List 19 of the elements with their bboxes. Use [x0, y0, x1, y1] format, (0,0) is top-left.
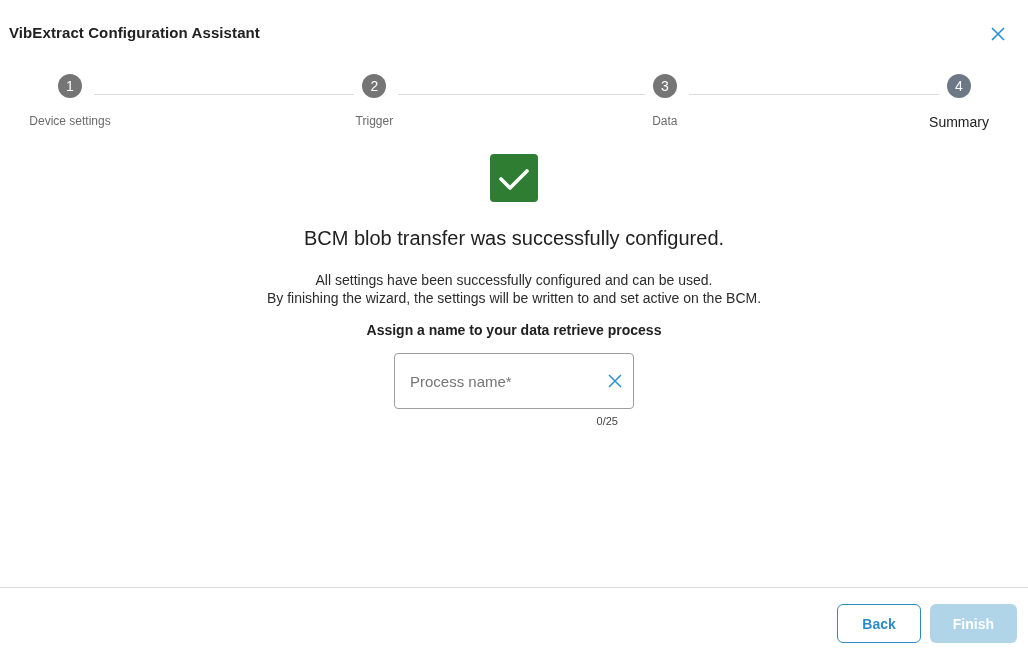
clear-icon[interactable]: [608, 374, 622, 388]
step-number: 3: [652, 74, 677, 98]
character-counter: 0/25: [596, 414, 618, 428]
step-label: Summary: [929, 114, 989, 130]
success-heading: BCM blob transfer was successfully configured.: [303, 226, 725, 250]
success-checkmark-icon: [490, 154, 538, 202]
process-name-field[interactable]: Process name*: [394, 353, 634, 409]
step-label: Device settings: [29, 114, 111, 128]
close-icon[interactable]: [991, 26, 1005, 41]
step-label: Data: [652, 114, 678, 128]
step-number: 4: [947, 74, 971, 98]
back-button[interactable]: Back: [837, 604, 921, 643]
step-label: Trigger: [355, 114, 394, 128]
dialog-title: VibExtract Configuration Assistant: [9, 23, 260, 43]
description-text: All settings have been successfully configured and can be used.: [315, 271, 713, 289]
step-number: 1: [58, 74, 82, 98]
name-prompt: Assign a name to your data retrieve process: [366, 321, 662, 339]
step-number: 2: [362, 74, 387, 98]
description-text: By finishing the wizard, the settings will be written to and set active on the BCM.: [266, 289, 762, 307]
